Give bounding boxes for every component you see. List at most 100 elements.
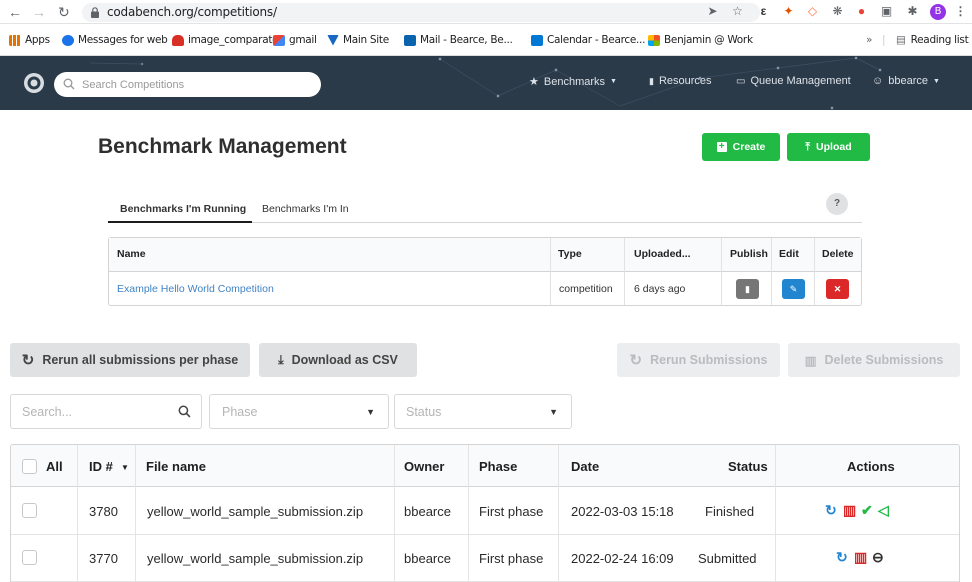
col-name[interactable]: Name: [117, 248, 146, 260]
bookmark-messages[interactable]: Messages for web: [62, 33, 168, 47]
forward-arrow-icon[interactable]: →: [32, 3, 46, 21]
apps-grid-icon: [9, 34, 21, 46]
profile-avatar[interactable]: B: [930, 4, 946, 20]
submission-phase: First phase: [479, 551, 544, 566]
benchmark-name-link[interactable]: Example Hello World Competition: [117, 283, 274, 295]
competition-search-input[interactable]: [82, 72, 312, 97]
rerun-icon[interactable]: ↻: [836, 549, 848, 566]
upload-button[interactable]: ⤒ Upload: [787, 133, 870, 161]
extension-e-icon[interactable]: ε: [756, 4, 771, 19]
cancel-icon[interactable]: ⊖: [872, 549, 884, 566]
rerun-all-per-phase-button[interactable]: ↻ Rerun all submissions per phase: [10, 343, 250, 377]
bookmark-image-comparator[interactable]: image_comparator: [172, 33, 283, 47]
reload-icon[interactable]: ↻: [58, 3, 70, 21]
delete-button[interactable]: ✕: [826, 279, 849, 299]
submission-file-name: yellow_world_sample_submission.zip: [147, 551, 364, 566]
publish-button[interactable]: ▮: [736, 279, 759, 299]
caret-down-icon: ▼: [610, 78, 617, 85]
submission-id: 3780: [89, 504, 118, 519]
status-dropdown[interactable]: Status ▼: [394, 394, 572, 429]
browser-menu-icon[interactable]: ⋮: [953, 4, 968, 19]
submission-status: Finished: [705, 504, 755, 519]
bookmark-label: Apps: [25, 34, 50, 46]
bookmark-main-site[interactable]: Main Site: [327, 33, 389, 47]
select-all-checkbox[interactable]: [22, 459, 37, 474]
create-button[interactable]: + Create: [702, 133, 780, 161]
trash-icon[interactable]: ▥: [854, 549, 867, 566]
bookmark-label: Mail - Bearce, Be...: [420, 34, 513, 46]
extension-pin-icon[interactable]: ✦: [781, 4, 796, 19]
bookmark-label: image_comparator: [188, 34, 283, 46]
col-all: All: [46, 459, 63, 474]
vuetify-icon: [327, 34, 339, 46]
file-icon: ▮: [649, 75, 654, 86]
sort-caret-icon[interactable]: ▼: [121, 463, 129, 472]
rerun-icon[interactable]: ↻: [825, 502, 837, 519]
edit-button[interactable]: ✎: [782, 279, 805, 299]
star-icon[interactable]: ☆: [730, 4, 745, 19]
trophy-icon: ★: [529, 76, 539, 88]
extensions-puzzle-icon[interactable]: ✱: [905, 4, 920, 19]
bookmark-benjamin-work[interactable]: Benjamin @ Work: [648, 33, 753, 47]
outlook-icon: [404, 34, 416, 46]
send-tab-icon[interactable]: ➤: [705, 4, 720, 19]
col-file-name[interactable]: File name: [146, 459, 206, 474]
delete-submissions-button[interactable]: ▥ Delete Submissions: [788, 343, 960, 377]
col-date[interactable]: Date: [571, 459, 599, 474]
table-row[interactable]: 3770 yellow_world_sample_submission.zip …: [11, 535, 959, 582]
address-bar[interactable]: codabench.org/competitions/: [82, 3, 760, 22]
tab-benchmarks-in[interactable]: Benchmarks I'm In: [262, 203, 349, 215]
trash-icon[interactable]: ▥: [843, 502, 856, 519]
nav-benchmarks[interactable]: ★ Benchmarks ▼: [529, 75, 617, 89]
extension-box-icon[interactable]: ▣: [879, 4, 894, 19]
bookmark-apps[interactable]: Apps: [9, 33, 50, 47]
col-status[interactable]: Status: [728, 459, 768, 474]
codabench-logo-icon[interactable]: [23, 72, 45, 94]
rerun-submissions-button[interactable]: ↻ Rerun Submissions: [617, 343, 780, 377]
submission-search-input[interactable]: Search...: [10, 394, 202, 429]
submission-date: 2022-02-24 16:09: [571, 551, 674, 566]
extension-diamond-icon[interactable]: ◇: [805, 4, 820, 19]
workspace-icon: [648, 34, 660, 46]
check-icon[interactable]: ✔: [861, 502, 873, 519]
messages-icon: [62, 34, 74, 46]
col-phase[interactable]: Phase: [479, 459, 517, 474]
help-button[interactable]: ?: [826, 193, 848, 215]
nav-benchmarks-label: Benchmarks: [543, 75, 606, 88]
table-row[interactable]: 3780 yellow_world_sample_submission.zip …: [11, 488, 959, 535]
col-id[interactable]: ID #: [89, 459, 113, 474]
rerun-all-label: Rerun all submissions per phase: [42, 353, 239, 367]
reading-list-icon: ▤: [896, 34, 906, 46]
download-csv-button[interactable]: ⤓ Download as CSV: [259, 343, 417, 377]
share-icon[interactable]: ◁: [878, 502, 889, 519]
user-icon: ☺: [872, 75, 884, 87]
phase-dropdown[interactable]: Phase ▼: [209, 394, 389, 429]
bookmarks-overflow[interactable]: »: [866, 33, 872, 47]
bookmark-mail[interactable]: Mail - Bearce, Be...: [404, 33, 513, 47]
col-type[interactable]: Type: [558, 248, 582, 260]
extension-gear-icon[interactable]: ❋: [830, 4, 845, 19]
back-arrow-icon[interactable]: ←: [8, 3, 22, 21]
app-navbar: ★ Benchmarks ▼ ▮ Resources ▭ Queue Manag…: [0, 56, 972, 110]
file-icon: ▮: [745, 284, 750, 294]
download-csv-label: Download as CSV: [291, 353, 398, 367]
bookmark-calendar[interactable]: Calendar - Bearce...: [531, 33, 645, 47]
extension-color-icon[interactable]: ●: [854, 4, 869, 19]
competition-search[interactable]: [54, 72, 321, 97]
col-owner[interactable]: Owner: [404, 459, 444, 474]
benchmark-table: Name Type Uploaded... Publish Edit Delet…: [108, 237, 862, 306]
row-checkbox[interactable]: [22, 503, 37, 518]
column-divider: [771, 238, 772, 305]
nav-resources[interactable]: ▮ Resources: [649, 75, 712, 87]
nav-queue-management[interactable]: ▭ Queue Management: [736, 75, 851, 87]
overflow-chevron-icon: »: [866, 34, 873, 46]
bookmark-gmail[interactable]: gmail: [273, 33, 317, 47]
submission-owner: bbearce: [404, 551, 451, 566]
caret-down-icon: ▼: [366, 407, 375, 417]
row-checkbox[interactable]: [22, 550, 37, 565]
col-uploaded[interactable]: Uploaded...: [634, 248, 691, 260]
nav-user-menu[interactable]: ☺ bbearce ▼: [872, 75, 940, 87]
reading-list[interactable]: ▤ Reading list: [896, 33, 969, 47]
column-divider: [550, 238, 551, 305]
tab-benchmarks-running[interactable]: Benchmarks I'm Running: [120, 203, 246, 215]
